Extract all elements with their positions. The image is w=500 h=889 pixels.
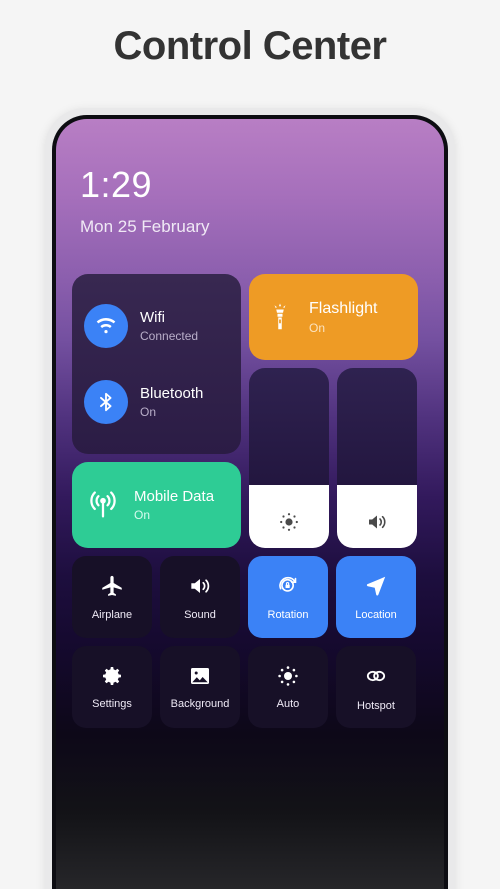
location-arrow-icon	[363, 573, 389, 599]
tile-grid: Wifi Connected Bluetooth On Mobile Data …	[72, 274, 418, 728]
tile-row-primary: Wifi Connected Bluetooth On Mobile Data …	[72, 274, 418, 548]
settings-tile[interactable]: Settings	[72, 646, 152, 728]
left-column: Wifi Connected Bluetooth On Mobile Data …	[72, 274, 241, 548]
mobile-data-label: Mobile Data	[134, 488, 215, 505]
bluetooth-text: Bluetooth On	[140, 385, 203, 419]
volume-speaker-icon	[187, 573, 213, 599]
bluetooth-toggle[interactable]: Bluetooth On	[84, 380, 229, 424]
brightness-sun-icon	[277, 510, 301, 534]
airplane-icon	[99, 573, 125, 599]
right-column: Flashlight On	[249, 274, 418, 548]
airplane-tile[interactable]: Airplane	[72, 556, 152, 638]
hotspot-label: Hotspot	[357, 700, 395, 712]
flashlight-status: On	[309, 320, 326, 335]
volume-speaker-icon	[365, 510, 389, 534]
auto-brightness-tile[interactable]: Auto	[248, 646, 328, 728]
slider-row	[249, 368, 418, 548]
settings-label: Settings	[92, 698, 132, 710]
bluetooth-label: Bluetooth	[140, 385, 204, 402]
mobile-data-status: On	[134, 508, 151, 522]
image-icon	[188, 664, 212, 688]
flashlight-text: Flashlight On	[309, 300, 377, 335]
gear-icon	[100, 664, 124, 688]
clock-date: Mon 25 February	[80, 217, 210, 236]
mobile-data-text: Mobile Data On	[134, 488, 214, 522]
cell-signal-icon	[86, 488, 120, 522]
brightness-slider-fill	[249, 485, 329, 548]
location-tile[interactable]: Location	[336, 556, 416, 638]
wifi-label: Wifi	[140, 309, 165, 326]
volume-slider[interactable]	[337, 368, 417, 548]
flashlight-tile[interactable]: Flashlight On	[249, 274, 418, 360]
page-title: Control Center	[113, 24, 388, 68]
bluetooth-status: On	[140, 405, 157, 419]
wifi-status: Connected	[140, 329, 199, 343]
brightness-slider[interactable]	[249, 368, 329, 548]
wifi-icon	[84, 304, 128, 348]
tile-row-toggles-2: Settings Background Auto Hotspot	[72, 646, 418, 728]
wifi-toggle[interactable]: Wifi Connected	[84, 304, 229, 348]
phone-screen: 1:29 Mon 25 February Wifi Connected Blue…	[56, 119, 444, 889]
tile-row-toggles-1: Airplane Sound Rotation Location	[72, 556, 418, 638]
auto-brightness-icon	[276, 664, 300, 688]
rotation-lock-icon	[275, 573, 301, 599]
rotation-tile[interactable]: Rotation	[248, 556, 328, 638]
hotspot-icon	[362, 662, 390, 690]
volume-slider-fill	[337, 485, 417, 548]
mobile-data-tile[interactable]: Mobile Data On	[72, 462, 241, 548]
auto-label: Auto	[276, 698, 300, 710]
background-tile[interactable]: Background	[160, 646, 240, 728]
flashlight-label: Flashlight	[309, 299, 378, 317]
control-center-page: Control Center 1:29 Mon 25 February Wifi…	[0, 0, 500, 889]
sound-tile[interactable]: Sound	[160, 556, 240, 638]
airplane-label: Airplane	[91, 609, 133, 621]
sound-label: Sound	[184, 609, 216, 621]
wifi-text: Wifi Connected	[140, 309, 198, 343]
phone-bezel: 1:29 Mon 25 February Wifi Connected Blue…	[52, 115, 448, 889]
connectivity-card: Wifi Connected Bluetooth On	[72, 274, 241, 454]
background-label: Background	[170, 698, 230, 710]
clock-area: 1:29 Mon 25 February	[80, 167, 209, 237]
hotspot-tile[interactable]: Hotspot	[336, 646, 416, 728]
bluetooth-icon	[84, 380, 128, 424]
rotation-label: Rotation	[267, 609, 309, 621]
location-label: Location	[355, 609, 397, 621]
clock-time: 1:29	[80, 164, 153, 205]
phone-frame: 1:29 Mon 25 February Wifi Connected Blue…	[45, 108, 455, 889]
flashlight-icon	[265, 302, 295, 332]
